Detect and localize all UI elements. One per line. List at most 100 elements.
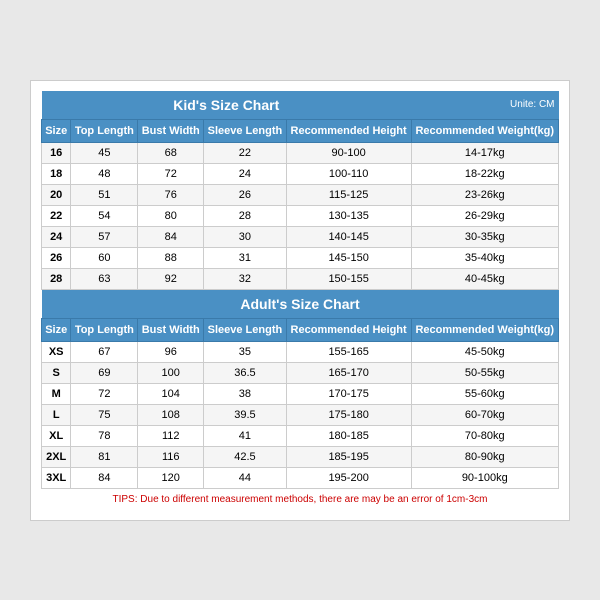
adults-sleeve-xl: 41 <box>204 425 287 446</box>
adults-size-2xl: 2XL <box>42 446 71 467</box>
adults-height-s: 165-170 <box>286 362 411 383</box>
tips-text: TIPS: Due to different measurement metho… <box>42 488 559 510</box>
kids-height-26: 145-150 <box>286 247 411 268</box>
adults-weight-m: 55-60kg <box>411 383 559 404</box>
adults-weight-3xl: 90-100kg <box>411 467 559 488</box>
kids-row-28: 28 63 92 32 150-155 40-45kg <box>42 268 559 289</box>
adults-size-xs: XS <box>42 341 71 362</box>
adults-top-l: 75 <box>71 404 138 425</box>
kids-bust-16: 68 <box>138 142 204 163</box>
adults-sleeve-m: 38 <box>204 383 287 404</box>
adults-size-l: L <box>42 404 71 425</box>
adults-row-3xl: 3XL 84 120 44 195-200 90-100kg <box>42 467 559 488</box>
kids-sleeve-22: 28 <box>204 205 287 226</box>
kids-height-22: 130-135 <box>286 205 411 226</box>
kids-bust-28: 92 <box>138 268 204 289</box>
kids-col-sleeve-length: Sleeve Length <box>204 119 287 142</box>
adults-weight-l: 60-70kg <box>411 404 559 425</box>
kids-top-24: 57 <box>71 226 138 247</box>
adults-row-s: S 69 100 36.5 165-170 50-55kg <box>42 362 559 383</box>
kids-col-height: Recommended Height <box>286 119 411 142</box>
chart-container: Kid's Size Chart Unite: CM Size Top Leng… <box>30 80 570 521</box>
kids-sleeve-16: 22 <box>204 142 287 163</box>
adults-height-xs: 155-165 <box>286 341 411 362</box>
adults-bust-m: 104 <box>138 383 204 404</box>
adults-height-3xl: 195-200 <box>286 467 411 488</box>
kids-bust-26: 88 <box>138 247 204 268</box>
kids-weight-20: 23-26kg <box>411 184 559 205</box>
adults-size-xl: XL <box>42 425 71 446</box>
adults-section-header: Adult's Size Chart <box>42 289 559 318</box>
kids-height-28: 150-155 <box>286 268 411 289</box>
adults-bust-l: 108 <box>138 404 204 425</box>
adults-bust-2xl: 116 <box>138 446 204 467</box>
adults-col-weight: Recommended Weight(kg) <box>411 318 559 341</box>
tips-row: TIPS: Due to different measurement metho… <box>42 488 559 510</box>
adults-size-s: S <box>42 362 71 383</box>
adults-sleeve-s: 36.5 <box>204 362 287 383</box>
kids-col-header: Size Top Length Bust Width Sleeve Length… <box>42 119 559 142</box>
kids-weight-18: 18-22kg <box>411 163 559 184</box>
adults-size-m: M <box>42 383 71 404</box>
unit-label: Unite: CM <box>411 91 559 120</box>
kids-section-header: Kid's Size Chart Unite: CM <box>42 91 559 120</box>
kids-top-22: 54 <box>71 205 138 226</box>
adults-row-xl: XL 78 112 41 180-185 70-80kg <box>42 425 559 446</box>
adults-sleeve-2xl: 42.5 <box>204 446 287 467</box>
kids-weight-22: 26-29kg <box>411 205 559 226</box>
adults-row-xs: XS 67 96 35 155-165 45-50kg <box>42 341 559 362</box>
kids-sleeve-24: 30 <box>204 226 287 247</box>
kids-size-26: 26 <box>42 247 71 268</box>
adults-top-s: 69 <box>71 362 138 383</box>
adults-top-2xl: 81 <box>71 446 138 467</box>
kids-row-22: 22 54 80 28 130-135 26-29kg <box>42 205 559 226</box>
adults-col-sleeve-length: Sleeve Length <box>204 318 287 341</box>
adults-bust-s: 100 <box>138 362 204 383</box>
kids-sleeve-18: 24 <box>204 163 287 184</box>
kids-top-18: 48 <box>71 163 138 184</box>
kids-weight-26: 35-40kg <box>411 247 559 268</box>
adults-col-bust-width: Bust Width <box>138 318 204 341</box>
adults-row-l: L 75 108 39.5 175-180 60-70kg <box>42 404 559 425</box>
kids-height-18: 100-110 <box>286 163 411 184</box>
adults-top-3xl: 84 <box>71 467 138 488</box>
kids-weight-16: 14-17kg <box>411 142 559 163</box>
kids-row-16: 16 45 68 22 90-100 14-17kg <box>42 142 559 163</box>
adults-weight-xl: 70-80kg <box>411 425 559 446</box>
adults-top-m: 72 <box>71 383 138 404</box>
kids-bust-18: 72 <box>138 163 204 184</box>
kids-size-20: 20 <box>42 184 71 205</box>
kids-top-26: 60 <box>71 247 138 268</box>
kids-col-bust-width: Bust Width <box>138 119 204 142</box>
adults-top-xs: 67 <box>71 341 138 362</box>
kids-height-16: 90-100 <box>286 142 411 163</box>
kids-col-top-length: Top Length <box>71 119 138 142</box>
kids-weight-24: 30-35kg <box>411 226 559 247</box>
kids-size-18: 18 <box>42 163 71 184</box>
kids-row-26: 26 60 88 31 145-150 35-40kg <box>42 247 559 268</box>
adults-sleeve-l: 39.5 <box>204 404 287 425</box>
kids-row-18: 18 48 72 24 100-110 18-22kg <box>42 163 559 184</box>
kids-col-weight: Recommended Weight(kg) <box>411 119 559 142</box>
kids-row-24: 24 57 84 30 140-145 30-35kg <box>42 226 559 247</box>
adults-top-xl: 78 <box>71 425 138 446</box>
adults-sleeve-3xl: 44 <box>204 467 287 488</box>
kids-row-20: 20 51 76 26 115-125 23-26kg <box>42 184 559 205</box>
adults-weight-s: 50-55kg <box>411 362 559 383</box>
adults-weight-2xl: 80-90kg <box>411 446 559 467</box>
adults-height-m: 170-175 <box>286 383 411 404</box>
kids-height-20: 115-125 <box>286 184 411 205</box>
kids-sleeve-20: 26 <box>204 184 287 205</box>
adults-height-2xl: 185-195 <box>286 446 411 467</box>
kids-top-20: 51 <box>71 184 138 205</box>
kids-sleeve-28: 32 <box>204 268 287 289</box>
adults-height-l: 175-180 <box>286 404 411 425</box>
kids-size-22: 22 <box>42 205 71 226</box>
kids-title: Kid's Size Chart <box>42 91 412 120</box>
adults-size-3xl: 3XL <box>42 467 71 488</box>
adults-col-size: Size <box>42 318 71 341</box>
kids-size-16: 16 <box>42 142 71 163</box>
adults-height-xl: 180-185 <box>286 425 411 446</box>
kids-top-28: 63 <box>71 268 138 289</box>
adults-col-height: Recommended Height <box>286 318 411 341</box>
